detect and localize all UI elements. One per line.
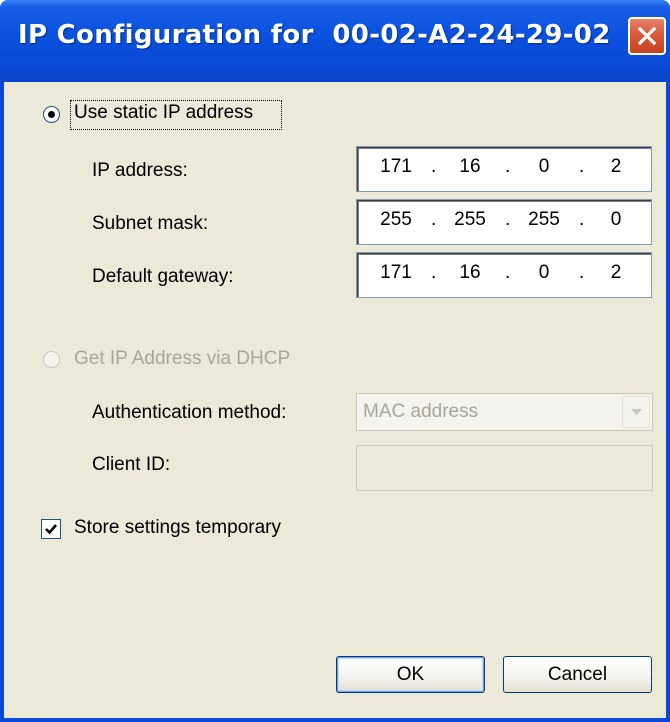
ip-octet-2[interactable]: 16 xyxy=(445,156,495,178)
close-button[interactable] xyxy=(628,17,666,55)
title-bar[interactable]: IP Configuration for 00-02-A2-24-29-02 xyxy=(0,0,670,82)
ip-dot: . xyxy=(579,262,585,283)
close-icon xyxy=(637,26,657,46)
gateway-octet-3[interactable]: 0 xyxy=(519,262,569,284)
static-ip-radio-label[interactable]: Use static IP address xyxy=(74,102,253,124)
auth-method-select[interactable]: MAC address xyxy=(356,393,653,431)
static-ip-radio[interactable] xyxy=(43,106,60,123)
ip-dot: . xyxy=(431,262,437,283)
ip-octet-4[interactable]: 2 xyxy=(591,156,641,178)
ip-dot: . xyxy=(431,156,437,177)
store-settings-checkbox[interactable] xyxy=(41,519,61,539)
gateway-octet-4[interactable]: 2 xyxy=(591,262,641,284)
ok-button[interactable]: OK xyxy=(336,656,485,693)
dropdown-button[interactable] xyxy=(622,396,650,428)
subnet-mask-label: Subnet mask: xyxy=(92,213,209,234)
subnet-mask-field[interactable]: 255 . 255 . 255 . 0 xyxy=(356,199,652,245)
default-gateway-label: Default gateway: xyxy=(92,266,234,287)
subnet-octet-1[interactable]: 255 xyxy=(371,209,421,231)
ip-octet-1[interactable]: 171 xyxy=(371,156,421,178)
window-title: IP Configuration for 00-02-A2-24-29-02 xyxy=(18,20,611,50)
ip-dot: . xyxy=(505,209,511,230)
ip-dot: . xyxy=(505,262,511,283)
static-ip-label-text: Use static IP address xyxy=(74,102,254,123)
dhcp-radio[interactable] xyxy=(43,351,60,368)
gateway-octet-1[interactable]: 171 xyxy=(371,262,421,284)
client-id-input[interactable] xyxy=(356,445,653,491)
ip-address-field[interactable]: 171 . 16 . 0 . 2 xyxy=(356,146,652,192)
chevron-down-icon xyxy=(631,409,642,415)
dialog-window: IP Configuration for 00-02-A2-24-29-02 U… xyxy=(0,0,670,722)
auth-method-value: MAC address xyxy=(363,401,479,422)
ip-dot: . xyxy=(579,209,585,230)
store-settings-label[interactable]: Store settings temporary xyxy=(74,517,281,539)
gateway-octet-2[interactable]: 16 xyxy=(445,262,495,284)
dialog-client-area: Use static IP address IP address: 171 . … xyxy=(4,82,666,718)
dhcp-radio-label[interactable]: Get IP Address via DHCP xyxy=(74,348,290,370)
cancel-button[interactable]: Cancel xyxy=(503,656,652,693)
ip-dot: . xyxy=(431,209,437,230)
ip-octet-3[interactable]: 0 xyxy=(519,156,569,178)
subnet-octet-4[interactable]: 0 xyxy=(591,209,641,231)
ip-dot: . xyxy=(505,156,511,177)
ip-address-label: IP address: xyxy=(92,160,188,181)
client-id-label: Client ID: xyxy=(92,454,171,475)
auth-method-label: Authentication method: xyxy=(92,402,287,423)
default-gateway-field[interactable]: 171 . 16 . 0 . 2 xyxy=(356,252,652,298)
ip-dot: . xyxy=(579,156,585,177)
subnet-octet-3[interactable]: 255 xyxy=(519,209,569,231)
checkmark-icon xyxy=(45,524,57,535)
subnet-octet-2[interactable]: 255 xyxy=(445,209,495,231)
